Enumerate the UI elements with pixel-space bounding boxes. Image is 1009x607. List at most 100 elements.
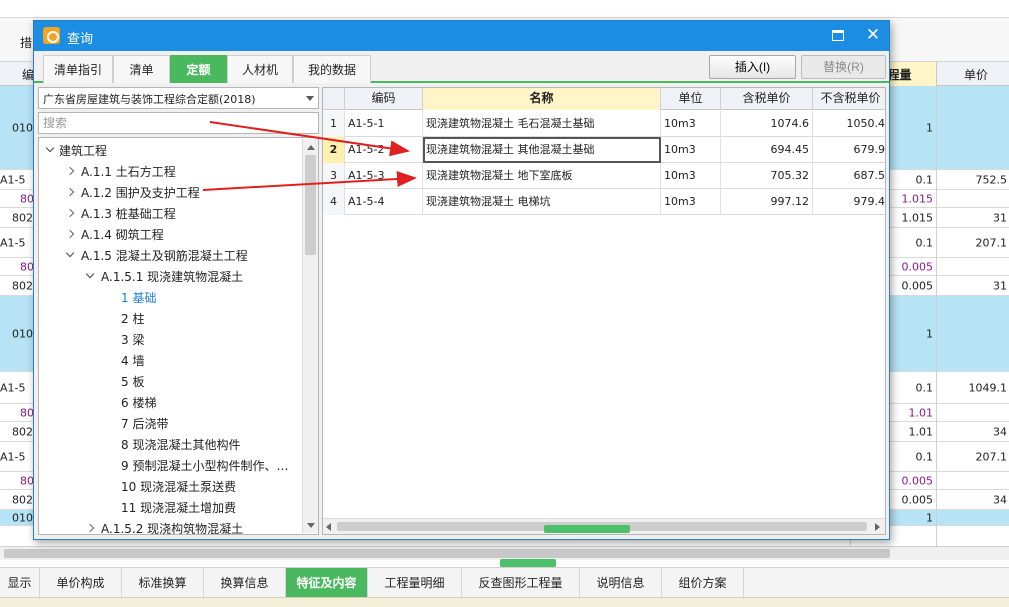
main-row-code: A1-5 (0, 236, 26, 249)
dialog-tab-2[interactable]: 清单 (113, 55, 170, 83)
main-col-price[interactable]: 单价 (964, 66, 988, 83)
tree-node[interactable]: A.1.1 土石方工程 (39, 162, 301, 182)
bottom-tab-1[interactable]: 显示 (0, 568, 40, 598)
grid-col-header-5[interactable]: 含税单价 (721, 88, 813, 110)
quota-cell-notax-price[interactable]: 679.9 (813, 137, 886, 163)
quota-cell-unit[interactable]: 10m3 (661, 189, 721, 215)
quota-cell-name[interactable]: 现浇建筑物混凝土 地下室底板 (423, 163, 661, 189)
tree-node[interactable]: 11 现浇混凝土增加费 (39, 498, 301, 518)
chevron-right-icon[interactable] (65, 162, 77, 182)
bottom-tab-5[interactable]: 特征及内容 (286, 568, 368, 598)
tree-node[interactable]: 7 后浇带 (39, 414, 301, 434)
tree-node[interactable]: A.1.5 混凝土及钢筋混凝土工程 (39, 246, 301, 266)
grid-col-header-6[interactable]: 不含税单价 (813, 88, 885, 110)
quota-cell-name[interactable]: 现浇建筑物混凝土 电梯坑 (423, 189, 661, 215)
dialog-splitter-handle[interactable] (544, 525, 630, 533)
insert-button[interactable]: 插入(I) (709, 55, 796, 79)
library-select[interactable]: 广东省房屋建筑与装饰工程综合定额(2018) (38, 87, 319, 109)
quota-cell-idx[interactable]: 2 (323, 137, 345, 163)
quota-row[interactable]: 1 A1-5-1 现浇建筑物混凝土 毛石混凝土基础 10m3 1074.6 1050.4 (323, 111, 886, 137)
quota-cell-tax-price[interactable]: 705.32 (721, 163, 813, 189)
quota-cell-tax-price[interactable]: 694.45 (721, 137, 813, 163)
main-horizontal-scrollbar[interactable] (0, 546, 1009, 560)
quota-cell-code[interactable]: A1-5-4 (345, 189, 423, 215)
quota-cell-unit[interactable]: 10m3 (661, 111, 721, 137)
quota-cell-code[interactable]: A1-5-1 (345, 111, 423, 137)
tree-node[interactable]: 6 楼梯 (39, 393, 301, 413)
scroll-right-icon[interactable] (875, 523, 880, 531)
tree-node[interactable]: 5 板 (39, 372, 301, 392)
quota-cell-name[interactable]: 现浇建筑物混凝土 毛石混凝土基础 (423, 111, 661, 137)
quota-cell-code[interactable]: A1-5-2 (345, 137, 423, 163)
replace-button[interactable]: 替换(R) (801, 55, 886, 79)
grid-col-header-1[interactable] (323, 88, 345, 110)
tree-node[interactable]: A.1.2 围护及支护工程 (39, 183, 301, 203)
chevron-right-icon[interactable] (85, 519, 97, 534)
grid-col-header-2[interactable]: 编码 (345, 88, 423, 110)
grid-col-header-3[interactable]: 名称 (423, 88, 661, 110)
tree-node[interactable]: A.1.3 桩基础工程 (39, 204, 301, 224)
quota-cell-tax-price[interactable]: 997.12 (721, 189, 813, 215)
quota-cell-idx[interactable]: 1 (323, 111, 345, 137)
bottom-tab-7[interactable]: 反查图形工程量 (462, 568, 580, 598)
scroll-down-icon[interactable] (305, 519, 317, 531)
bottom-tab-4[interactable]: 换算信息 (204, 568, 286, 598)
tree-node[interactable]: A.1.4 砌筑工程 (39, 225, 301, 245)
tree-node-label: 2 柱 (121, 312, 145, 326)
tree-scroll-thumb[interactable] (305, 155, 316, 255)
collapse-panel-handle[interactable] (500, 559, 556, 567)
tree-node[interactable]: 2 柱 (39, 309, 301, 329)
chevron-down-icon[interactable] (45, 141, 57, 161)
close-icon[interactable]: ✕ (862, 24, 884, 46)
bottom-tab-9[interactable]: 组价方案 (662, 568, 744, 598)
quota-row[interactable]: 2 A1-5-2 现浇建筑物混凝土 其他混凝土基础 10m3 694.45 679.9 (323, 137, 886, 163)
tree-node[interactable]: 9 预制混凝土小型构件制作、… (39, 456, 301, 476)
tree-node[interactable]: A.1.5.2 现浇构筑物混凝土 (39, 519, 301, 534)
toolbar-label[interactable]: 措 (20, 34, 32, 51)
main-row-price: 31 (993, 279, 1007, 292)
tree-node[interactable]: 建筑工程 (39, 141, 301, 161)
tree-node-label: A.1.4 砌筑工程 (81, 228, 164, 242)
dialog-tab-1[interactable]: 清单指引 (43, 55, 113, 83)
grid-col-header-4[interactable]: 单位 (661, 88, 721, 110)
chevron-right-icon[interactable] (65, 225, 77, 245)
dropdown-arrow-icon[interactable] (306, 96, 314, 101)
quota-cell-idx[interactable]: 3 (323, 163, 345, 189)
tree-node-label: 7 后浇带 (121, 417, 169, 431)
quota-row[interactable]: 4 A1-5-4 现浇建筑物混凝土 电梯坑 10m3 997.12 979.4 (323, 189, 886, 215)
quota-cell-name[interactable]: 现浇建筑物混凝土 其他混凝土基础 (423, 137, 661, 163)
quota-cell-tax-price[interactable]: 1074.6 (721, 111, 813, 137)
chevron-down-icon[interactable] (65, 246, 77, 266)
quota-cell-unit[interactable]: 10m3 (661, 137, 721, 163)
quota-cell-code[interactable]: A1-5-3 (345, 163, 423, 189)
dialog-tab-4[interactable]: 人材机 (227, 55, 293, 83)
search-input[interactable] (38, 112, 319, 134)
dialog-tab-3[interactable]: 定额 (170, 55, 227, 83)
tree-node[interactable]: 1 基础 (39, 288, 301, 308)
quota-cell-notax-price[interactable]: 1050.4 (813, 111, 886, 137)
chevron-right-icon[interactable] (65, 183, 77, 203)
scroll-up-icon[interactable] (305, 141, 317, 153)
tree-node[interactable]: 4 墙 (39, 351, 301, 371)
quota-row[interactable]: 3 A1-5-3 现浇建筑物混凝土 地下室底板 10m3 705.32 687.5 (323, 163, 886, 189)
tree-node[interactable]: 3 梁 (39, 330, 301, 350)
tree-node[interactable]: 10 现浇混凝土泵送费 (39, 477, 301, 497)
bottom-tab-3[interactable]: 标准换算 (122, 568, 204, 598)
tree-node[interactable]: A.1.5.1 现浇建筑物混凝土 (39, 267, 301, 287)
bottom-tab-2[interactable]: 单价构成 (40, 568, 122, 598)
dialog-titlebar[interactable]: 查询 ✕ (34, 21, 889, 51)
tree-node[interactable]: 8 现浇混凝土其他构件 (39, 435, 301, 455)
tree-vertical-scrollbar[interactable] (302, 139, 318, 533)
maximize-icon[interactable] (832, 30, 844, 41)
bottom-tab-6[interactable]: 工程量明细 (368, 568, 462, 598)
quota-cell-idx[interactable]: 4 (323, 189, 345, 215)
bottom-tab-8[interactable]: 说明信息 (580, 568, 662, 598)
quota-cell-unit[interactable]: 10m3 (661, 163, 721, 189)
quota-cell-notax-price[interactable]: 687.5 (813, 163, 886, 189)
dialog-tab-5[interactable]: 我的数据 (293, 55, 371, 83)
main-row-code: 80 (20, 260, 34, 273)
chevron-right-icon[interactable] (65, 204, 77, 224)
scroll-left-icon[interactable] (326, 523, 331, 531)
chevron-down-icon[interactable] (85, 267, 97, 287)
quota-cell-notax-price[interactable]: 979.4 (813, 189, 886, 215)
